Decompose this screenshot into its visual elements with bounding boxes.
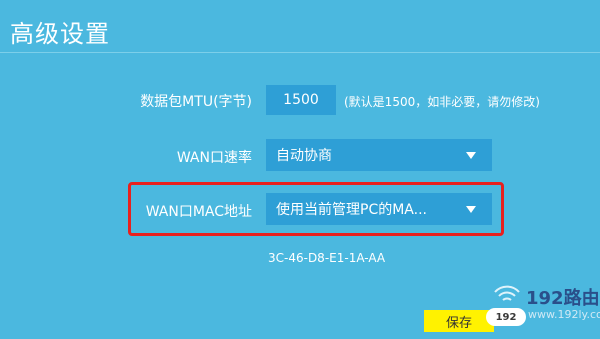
watermark-title: 192路由网	[526, 288, 600, 309]
wan-mac-value: 使用当前管理PC的MA...	[276, 202, 427, 218]
wan-mac-select[interactable]: 使用当前管理PC的MA...	[266, 193, 492, 225]
mtu-hint: (默认是1500，如非必要，请勿修改)	[344, 95, 540, 109]
wan-speed-value: 自动协商	[276, 148, 332, 164]
mac-address-text: 3C-46-D8-E1-1A-AA	[268, 251, 386, 265]
mtu-label: 数据包MTU(字节)	[140, 94, 252, 110]
chevron-down-icon	[466, 152, 476, 159]
chevron-down-icon	[466, 206, 476, 213]
page-title: 高级设置	[10, 20, 110, 48]
watermark: 192 192路由网 www.192ly.com	[486, 282, 600, 336]
wan-speed-label: WAN口速率	[176, 150, 252, 166]
title-divider	[0, 52, 600, 53]
wifi-icon	[494, 285, 520, 301]
watermark-url: www.192ly.com	[528, 308, 600, 321]
save-button[interactable]: 保存	[424, 310, 494, 332]
wan-mac-label: WAN口MAC地址	[145, 204, 252, 220]
watermark-badge: 192	[486, 308, 526, 326]
wan-speed-select[interactable]: 自动协商	[266, 139, 492, 171]
mtu-input[interactable]: 1500	[266, 85, 336, 115]
